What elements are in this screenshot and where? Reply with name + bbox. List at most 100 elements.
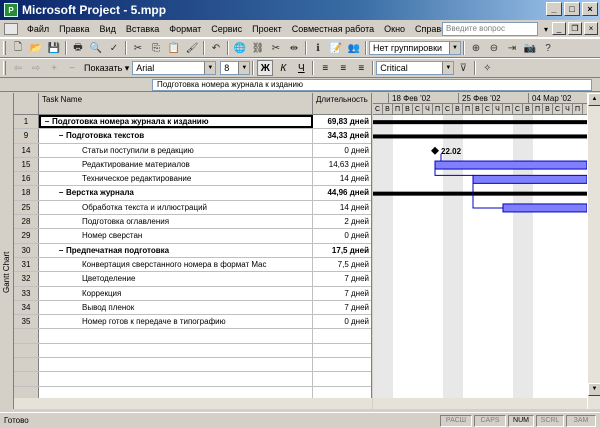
task-name-cell[interactable]: Вывод пленок: [39, 300, 313, 315]
menu-window[interactable]: Окно: [379, 24, 410, 34]
row-id[interactable]: 31: [14, 257, 39, 272]
copy-icon[interactable]: ⎘: [148, 40, 164, 56]
row-id[interactable]: 9: [14, 129, 39, 143]
menu-file[interactable]: Файл: [22, 24, 54, 34]
table-row[interactable]: 33 Коррекция 7 дней: [14, 286, 371, 301]
task-bar[interactable]: [502, 203, 587, 213]
task-name-cell[interactable]: Номер сверстан: [39, 229, 313, 243]
duration-cell[interactable]: 7 дней: [313, 301, 371, 314]
vertical-scrollbar[interactable]: ▲ ▼: [587, 93, 600, 409]
row-id[interactable]: [14, 358, 39, 372]
task-name-cell[interactable]: − Верстка журнала: [39, 186, 313, 200]
scroll-up-icon[interactable]: ▲: [588, 93, 600, 106]
task-name-cell[interactable]: [39, 329, 313, 343]
print-preview-icon[interactable]: 🔍: [88, 40, 104, 56]
autofilter-icon[interactable]: ⊽: [455, 60, 471, 76]
summary-bar[interactable]: [373, 134, 587, 139]
doc-minimize-button[interactable]: _: [552, 22, 566, 35]
task-name-cell[interactable]: Обработка текста и иллюстраций: [39, 200, 313, 215]
zoom-in-icon[interactable]: ⊕: [468, 40, 484, 56]
unlink-tasks-icon[interactable]: ✂: [268, 40, 284, 56]
table-row[interactable]: 9− Подготовка текстов 34,33 дней: [14, 129, 371, 144]
help-search-input[interactable]: Введите вопрос: [442, 22, 538, 36]
task-name-cell[interactable]: [39, 372, 313, 386]
task-name-cell[interactable]: − Предпечатная подготовка: [39, 243, 313, 257]
row-id[interactable]: 16: [14, 172, 39, 186]
show-button[interactable]: Показать ▾: [84, 63, 129, 74]
maximize-button[interactable]: □: [564, 2, 580, 16]
row-id[interactable]: 32: [14, 272, 39, 286]
entry-field[interactable]: Подготовка номера журнала к изданию: [152, 79, 592, 91]
help-dropdown-icon[interactable]: ▾: [544, 25, 548, 34]
back-arrow-icon[interactable]: ⇦: [10, 60, 26, 76]
task-name-cell[interactable]: Конвертация сверстанного номера в формат…: [39, 257, 313, 272]
menu-edit[interactable]: Правка: [54, 24, 94, 34]
table-row[interactable]: [14, 343, 371, 359]
open-icon[interactable]: 📂: [28, 40, 44, 56]
summary-bar[interactable]: [373, 120, 587, 125]
task-notes-icon[interactable]: 📝: [328, 40, 344, 56]
table-row[interactable]: 32 Цветоделение 7 дней: [14, 272, 371, 287]
collapse-icon[interactable]: −: [56, 186, 66, 199]
table-row[interactable]: 35 Номер готов к передаче в типографию 0 д…: [14, 315, 371, 330]
hyperlink-icon[interactable]: 🌐: [232, 40, 248, 56]
duration-cell[interactable]: 7 дней: [313, 287, 371, 300]
align-center-icon[interactable]: ≡: [335, 60, 351, 76]
row-id[interactable]: 35: [14, 315, 39, 329]
duration-cell[interactable]: 69,83 дней: [313, 115, 371, 128]
zoom-out-icon[interactable]: ⊖: [486, 40, 502, 56]
row-id[interactable]: 15: [14, 157, 39, 172]
underline-button[interactable]: Ч: [293, 60, 309, 76]
task-name-cell[interactable]: Подготовка оглавления: [39, 215, 313, 229]
gantt-hscrollbar[interactable]: [373, 398, 587, 409]
align-left-icon[interactable]: ≡: [317, 60, 333, 76]
duration-cell[interactable]: 0 дней: [313, 315, 371, 328]
bold-button[interactable]: Ж: [257, 60, 274, 76]
chevron-down-icon[interactable]: ▼: [442, 62, 454, 74]
print-icon[interactable]: 🖶: [70, 40, 86, 56]
undo-icon[interactable]: ↶: [208, 40, 224, 56]
table-row[interactable]: 18− Верстка журнала 44,96 дней: [14, 186, 371, 201]
task-name-cell[interactable]: [39, 343, 313, 358]
menu-insert[interactable]: Вставка: [121, 24, 164, 34]
menu-format[interactable]: Формат: [164, 24, 206, 34]
row-id[interactable]: 28: [14, 215, 39, 229]
doc-restore-button[interactable]: ❐: [568, 22, 582, 35]
table-row[interactable]: 31 Конвертация сверстанного номера в форм…: [14, 257, 371, 273]
col-task-name[interactable]: Task Name: [39, 93, 313, 115]
menu-project[interactable]: Проект: [247, 24, 287, 34]
plus-icon[interactable]: +: [46, 60, 62, 76]
task-name-cell[interactable]: Коррекция: [39, 286, 313, 300]
row-id[interactable]: 1: [14, 115, 39, 129]
duration-cell[interactable]: 0 дней: [313, 229, 371, 242]
duration-cell[interactable]: 34,33 дней: [313, 129, 371, 142]
col-duration[interactable]: Длительность: [313, 93, 371, 115]
duration-cell[interactable]: 7,5 дней: [313, 258, 371, 271]
table-row[interactable]: 29 Номер сверстан 0 дней: [14, 229, 371, 244]
group-by-select[interactable]: Нет группировки ▼: [369, 41, 461, 55]
doc-close-button[interactable]: ×: [584, 22, 598, 35]
row-id[interactable]: [14, 329, 39, 343]
minus-icon[interactable]: −: [64, 60, 80, 76]
collapse-icon[interactable]: −: [56, 129, 66, 142]
row-id[interactable]: 14: [14, 143, 39, 157]
table-row[interactable]: 14 Статьи поступили в редакцию 0 дней: [14, 143, 371, 158]
font-select[interactable]: Arial ▼: [132, 61, 217, 75]
table-row[interactable]: 30− Предпечатная подготовка 17,5 дней: [14, 243, 371, 258]
select-all-corner[interactable]: [14, 93, 39, 115]
minimize-button[interactable]: _: [546, 2, 562, 16]
task-name-cell[interactable]: Техническое редактирование: [39, 172, 313, 186]
table-hscrollbar[interactable]: [14, 398, 372, 409]
table-row[interactable]: 34 Вывод пленок 7 дней: [14, 300, 371, 316]
help-icon[interactable]: ?: [540, 40, 556, 56]
copy-picture-icon[interactable]: 📷: [522, 40, 538, 56]
summary-bar[interactable]: [373, 191, 587, 196]
collapse-icon[interactable]: −: [56, 244, 66, 257]
table-row[interactable]: 28 Подготовка оглавления 2 дней: [14, 215, 371, 230]
task-name-cell[interactable]: Цветоделение: [39, 272, 313, 286]
forward-arrow-icon[interactable]: ⇨: [28, 60, 44, 76]
chevron-down-icon[interactable]: ▼: [204, 62, 216, 74]
duration-cell[interactable]: [313, 358, 371, 371]
menu-view[interactable]: Вид: [95, 24, 121, 34]
duration-cell[interactable]: 14 дней: [313, 172, 371, 185]
